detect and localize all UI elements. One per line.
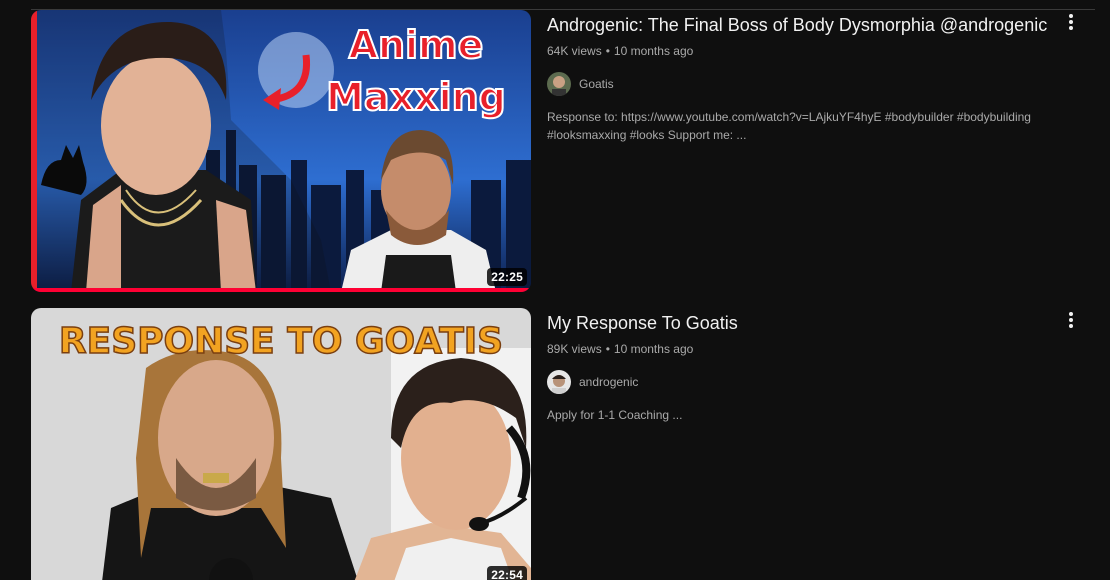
video-metadata: 64K views • 10 months ago <box>547 42 1067 60</box>
video-duration-badge: 22:54 <box>487 566 527 580</box>
view-count: 64K views <box>547 44 602 58</box>
video-thumbnail[interactable]: RESPONSE TO GOATIS 22:54 <box>31 308 531 580</box>
upload-age: 10 months ago <box>613 44 694 58</box>
video-info: Androgenic: The Final Boss of Body Dysmo… <box>547 10 1067 144</box>
video-title[interactable]: My Response To Goatis <box>547 310 1067 336</box>
channel-link[interactable]: androgenic <box>547 370 1067 394</box>
more-actions-button[interactable] <box>1061 308 1081 332</box>
channel-avatar[interactable] <box>547 370 571 394</box>
thumbnail-image: RESPONSE TO GOATIS <box>31 308 531 580</box>
video-description-snippet: Response to: https://www.youtube.com/wat… <box>547 110 1031 142</box>
video-result: RESPONSE TO GOATIS 22:54 My Response To … <box>31 308 1095 580</box>
video-thumbnail[interactable]: Anime Maxxing 22:25 <box>31 10 531 292</box>
more-vert-icon <box>1069 14 1073 18</box>
more-actions-button[interactable] <box>1061 10 1081 34</box>
more-vert-icon-dot <box>1069 318 1073 322</box>
video-title[interactable]: Androgenic: The Final Boss of Body Dysmo… <box>547 12 1067 38</box>
meta-separator: • <box>605 342 610 356</box>
upload-age: 10 months ago <box>613 342 694 356</box>
view-count: 89K views <box>547 342 602 356</box>
more-vert-icon-dot <box>1069 324 1073 328</box>
thumbnail-text-line1: Anime <box>349 23 484 67</box>
search-results-page: Anime Maxxing 22:25 Androgenic: The Fina… <box>0 0 1110 580</box>
video-description-snippet: Apply for 1-1 Coaching ... <box>547 408 683 422</box>
channel-name[interactable]: androgenic <box>579 375 638 389</box>
thumbnail-image: Anime Maxxing <box>31 10 531 292</box>
video-result: Anime Maxxing 22:25 Androgenic: The Fina… <box>31 10 1095 292</box>
channel-name[interactable]: Goatis <box>579 77 614 91</box>
video-info: My Response To Goatis 89K views • 10 month… <box>547 308 1067 424</box>
thumbnail-text-line2: Maxxing <box>326 75 506 119</box>
channel-link[interactable]: Goatis <box>547 72 1067 96</box>
channel-avatar[interactable] <box>547 72 571 96</box>
thumbnail-headline: RESPONSE TO GOATIS <box>59 321 503 362</box>
watch-progress-bar <box>31 288 531 292</box>
more-vert-icon-dot <box>1069 20 1073 24</box>
video-metadata: 89K views • 10 months ago <box>547 340 1067 358</box>
video-duration-badge: 22:25 <box>487 268 527 286</box>
meta-separator: • <box>605 44 610 58</box>
more-vert-icon <box>1069 312 1073 316</box>
more-vert-icon-dot <box>1069 26 1073 30</box>
